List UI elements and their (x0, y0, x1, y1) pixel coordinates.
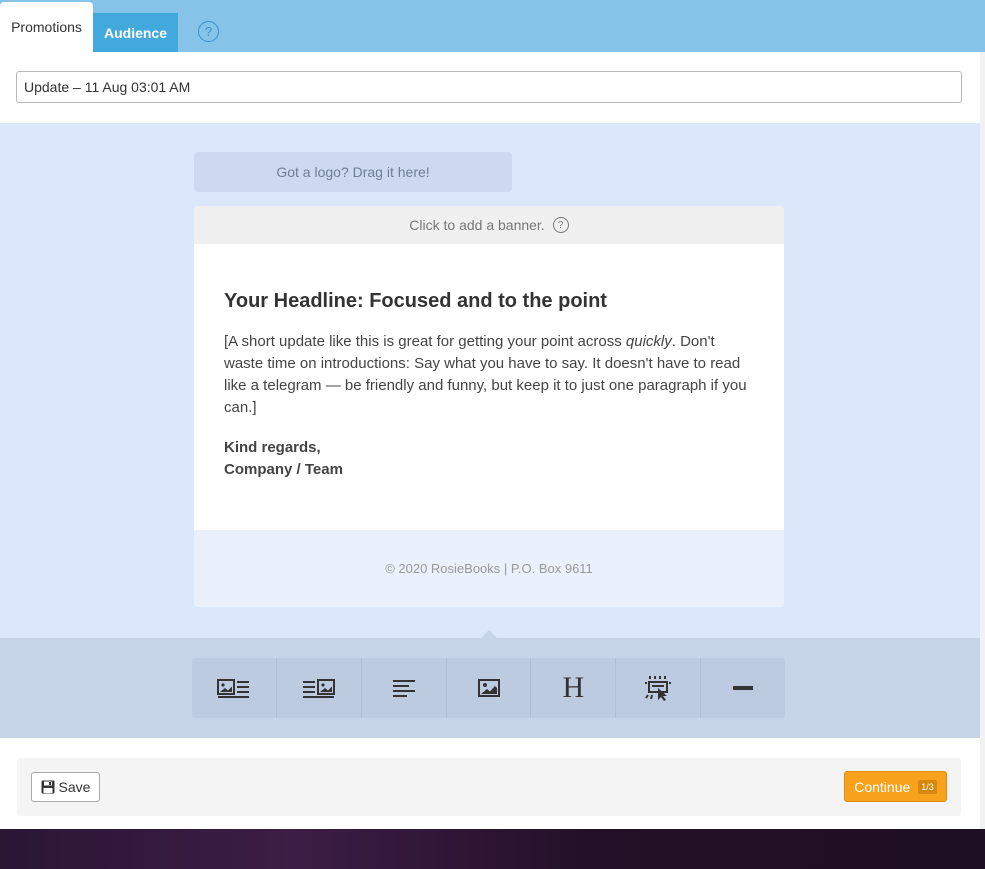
continue-label: Continue (854, 778, 911, 795)
continue-button[interactable]: Continue 1/3 (844, 771, 947, 802)
text-image-right-icon (302, 679, 335, 698)
logo-dropzone[interactable]: Got a logo? Drag it here! (194, 152, 512, 192)
tab-promotions[interactable]: Promotions (0, 2, 93, 52)
divider-icon (733, 686, 754, 690)
heading-icon: H (562, 671, 585, 704)
save-button[interactable]: Save (31, 772, 100, 802)
divider-block-button[interactable] (701, 658, 785, 718)
editor-canvas: Got a logo? Drag it here! Click to add a… (0, 123, 985, 638)
action-area: Save Continue 1/3 (0, 738, 985, 829)
button-block-button[interactable] (616, 658, 702, 718)
help-icon[interactable]: ? (198, 21, 219, 42)
step-badge: 1/3 (918, 779, 937, 794)
text-block-icon (392, 680, 415, 697)
floppy-disk-icon (41, 780, 55, 794)
image-left-text-button[interactable] (192, 658, 277, 718)
heading-block-button[interactable]: H (531, 658, 617, 718)
signoff-line-2: Company / Team (224, 461, 343, 478)
save-label: Save (58, 779, 91, 795)
palette-pointer (481, 630, 497, 638)
banner-help-icon[interactable]: ? (552, 217, 569, 233)
tab-bar: Promotions Audience ? (0, 0, 985, 52)
email-signoff[interactable]: Kind regards, Company / Team (224, 437, 754, 481)
campaign-title-input[interactable] (16, 71, 962, 103)
block-palette: H (192, 658, 785, 718)
image-block-button[interactable] (447, 658, 532, 718)
signoff-line-1: Kind regards, (224, 439, 321, 456)
block-palette-area: H (0, 630, 985, 738)
email-headline[interactable]: Your Headline: Focused and to the point (224, 290, 754, 313)
scrollbar[interactable] (980, 52, 985, 829)
tab-audience[interactable]: Audience (93, 13, 178, 52)
email-preview: Click to add a banner. ? Your Headline: … (194, 206, 784, 607)
paragraph-text-start: [A short update like this is great for g… (224, 333, 626, 350)
paragraph-emphasis: quickly (625, 333, 672, 350)
banner-label: Click to add a banner. (409, 217, 545, 233)
email-paragraph[interactable]: [A short update like this is great for g… (224, 331, 754, 419)
image-left-text-icon (216, 679, 249, 698)
text-image-right-button[interactable] (277, 658, 362, 718)
button-block-icon (645, 676, 672, 701)
title-area (0, 52, 985, 123)
action-bar: Save Continue 1/3 (17, 758, 961, 816)
email-footer: © 2020 RosieBooks | P.O. Box 9611 (194, 530, 784, 607)
page-background (0, 829, 985, 869)
text-block-button[interactable] (362, 658, 447, 718)
email-body[interactable]: Your Headline: Focused and to the point … (194, 244, 784, 530)
image-block-icon (477, 679, 500, 697)
banner-placeholder[interactable]: Click to add a banner. ? (194, 206, 784, 244)
